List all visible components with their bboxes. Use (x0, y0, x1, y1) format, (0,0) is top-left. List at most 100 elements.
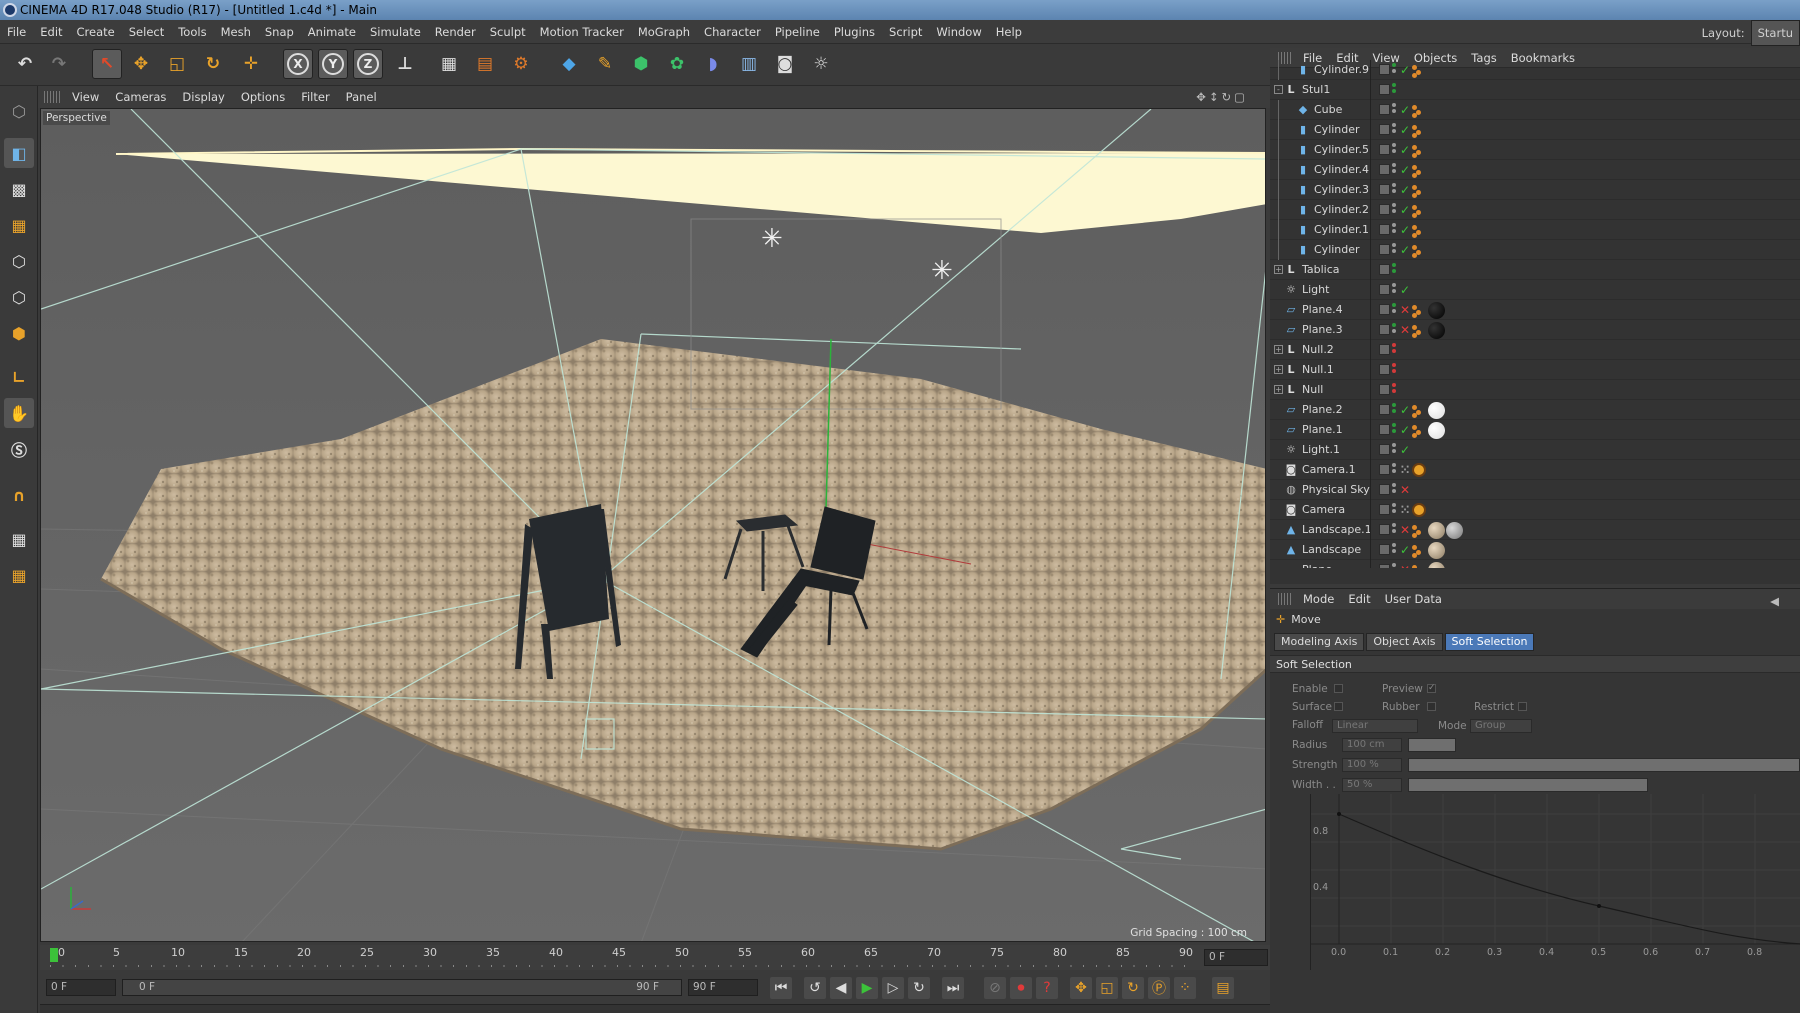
viewport-menu-filter[interactable]: Filter (293, 86, 337, 108)
curve-knot[interactable] (1337, 812, 1341, 816)
object-name[interactable]: Plane.2 (1302, 400, 1343, 420)
menu-pipeline[interactable]: Pipeline (768, 20, 827, 44)
x-axis-icon[interactable]: X (283, 49, 313, 79)
material-tag-icon[interactable] (1428, 542, 1445, 559)
enabled-check-icon[interactable]: ✓ (1400, 160, 1410, 180)
falloff-dropdown[interactable]: Linear (1332, 719, 1418, 733)
attr-menu-mode[interactable]: Mode (1296, 589, 1341, 609)
layer-icon[interactable] (1379, 564, 1390, 568)
object-name[interactable]: Cylinder.3 (1314, 180, 1369, 200)
floor-icon[interactable]: ▥ (734, 49, 764, 79)
points-mode-icon[interactable]: ⬡ (4, 246, 34, 276)
layer-icon[interactable] (1379, 64, 1390, 75)
disabled-x-icon[interactable]: ✕ (1400, 520, 1410, 540)
phong-tag-icon[interactable] (1412, 63, 1422, 78)
enabled-check-icon[interactable]: ✓ (1400, 60, 1410, 80)
object-row[interactable]: ◙ Camera ⁙ (1270, 500, 1800, 520)
phong-tag-icon[interactable] (1412, 523, 1422, 538)
layer-icon[interactable] (1379, 404, 1390, 415)
menu-tools[interactable]: Tools (171, 20, 213, 44)
menu-render[interactable]: Render (428, 20, 483, 44)
disabled-x-icon[interactable]: ✕ (1400, 320, 1410, 340)
subdivision-icon[interactable]: ⬢ (626, 49, 656, 79)
rotate-icon[interactable]: ↻ (198, 49, 228, 79)
live-select-icon[interactable]: ↖ (92, 49, 122, 79)
phong-tag-icon[interactable] (1412, 223, 1422, 238)
object-name[interactable]: Camera.1 (1302, 460, 1356, 480)
3d-viewport[interactable]: ✳ ✳ Perspective Grid Spacing: 100 cm (40, 108, 1266, 942)
menu-mesh[interactable]: Mesh (214, 20, 258, 44)
visibility-dots[interactable] (1392, 103, 1397, 117)
object-row[interactable]: ▮ Cylinder.2 ✓ (1270, 200, 1800, 220)
enabled-check-icon[interactable]: ✓ (1400, 140, 1410, 160)
phong-tag-icon[interactable] (1412, 163, 1422, 178)
visibility-dots[interactable] (1392, 463, 1397, 477)
visibility-dots[interactable] (1392, 63, 1397, 77)
object-name[interactable]: Cylinder.9 (1314, 60, 1369, 80)
object-name[interactable]: Cylinder (1314, 240, 1360, 260)
enabled-check-icon[interactable]: ✓ (1400, 180, 1410, 200)
object-row[interactable]: + L Null.1 (1270, 360, 1800, 380)
object-name[interactable]: Plane.1 (1302, 420, 1343, 440)
light-icon[interactable]: ☼ (806, 49, 836, 79)
layer-icon[interactable] (1379, 244, 1390, 255)
viewport-menu-view[interactable]: View (64, 86, 107, 108)
object-row[interactable]: + L Null (1270, 380, 1800, 400)
width-field[interactable]: 50 % (1342, 778, 1402, 792)
material-tag-icon[interactable] (1428, 422, 1445, 439)
object-row[interactable]: ▮ Cylinder.5 ✓ (1270, 140, 1800, 160)
object-row[interactable]: ◙ Camera.1 ⁙ (1270, 460, 1800, 480)
object-row[interactable]: ◍ Physical Sky ✕ (1270, 480, 1800, 500)
object-row[interactable]: + L Null.2 (1270, 340, 1800, 360)
phong-tag-icon[interactable] (1412, 123, 1422, 138)
visibility-dots[interactable] (1392, 303, 1397, 317)
phong-tag-icon[interactable] (1412, 423, 1422, 438)
visibility-dots[interactable] (1392, 403, 1397, 417)
axis-mode-icon[interactable]: ∟ (4, 362, 34, 392)
panel-grip-icon[interactable] (44, 91, 60, 103)
camera-icon[interactable]: ◙ (770, 49, 800, 79)
viewport-menu-options[interactable]: Options (233, 86, 293, 108)
move-icon[interactable]: ✥ (126, 49, 156, 79)
layer-icon[interactable] (1379, 424, 1390, 435)
visibility-dots[interactable] (1392, 523, 1397, 537)
object-name[interactable]: Camera (1302, 500, 1345, 520)
enabled-check-icon[interactable]: ✓ (1400, 100, 1410, 120)
visibility-dots[interactable] (1392, 483, 1397, 497)
attr-menu-user-data[interactable]: User Data (1378, 589, 1449, 609)
expand-toggle-icon[interactable]: + (1274, 385, 1283, 394)
phong-tag-icon[interactable] (1412, 303, 1422, 318)
texture-mode-icon[interactable]: ▩ (4, 174, 34, 204)
layer-icon[interactable] (1379, 344, 1390, 355)
visibility-dots[interactable] (1392, 143, 1397, 157)
radius-field[interactable]: 100 cm (1342, 738, 1402, 752)
layer-icon[interactable] (1379, 84, 1390, 95)
layer-icon[interactable] (1379, 484, 1390, 495)
recent-tool-icon[interactable]: ✛ (236, 49, 266, 79)
phong-tag-icon[interactable] (1412, 543, 1422, 558)
go-to-start-icon[interactable]: ⏮ (770, 977, 792, 999)
layer-icon[interactable] (1379, 504, 1390, 515)
cloner-icon[interactable]: ✿ (662, 49, 692, 79)
visibility-dots[interactable] (1392, 503, 1397, 517)
object-row[interactable]: ▱ Plane ✕ (1270, 560, 1800, 568)
surface-checkbox[interactable] (1334, 702, 1343, 711)
material-tag-icon[interactable] (1428, 302, 1445, 319)
object-name[interactable]: Plane.3 (1302, 320, 1343, 340)
object-name[interactable]: Landscape.1 (1302, 520, 1372, 540)
undo-icon[interactable]: ↶ (10, 49, 40, 79)
menu-create[interactable]: Create (70, 20, 122, 44)
previous-frame-icon[interactable]: ◀ (830, 977, 852, 999)
enabled-check-icon[interactable]: ✓ (1400, 440, 1410, 460)
layer-icon[interactable] (1379, 144, 1390, 155)
mode-dropdown[interactable]: Group (1470, 719, 1532, 733)
restrict-checkbox[interactable] (1518, 702, 1527, 711)
visibility-dots[interactable] (1392, 243, 1397, 257)
visibility-dots[interactable] (1392, 363, 1397, 377)
object-name[interactable]: Plane (1302, 560, 1332, 568)
visibility-dots[interactable] (1392, 283, 1397, 297)
object-row[interactable]: ▲ Landscape ✓ (1270, 540, 1800, 560)
menu-help[interactable]: Help (989, 20, 1029, 44)
material-tag-icon[interactable] (1428, 522, 1445, 539)
phong-tag-icon[interactable] (1412, 323, 1422, 338)
